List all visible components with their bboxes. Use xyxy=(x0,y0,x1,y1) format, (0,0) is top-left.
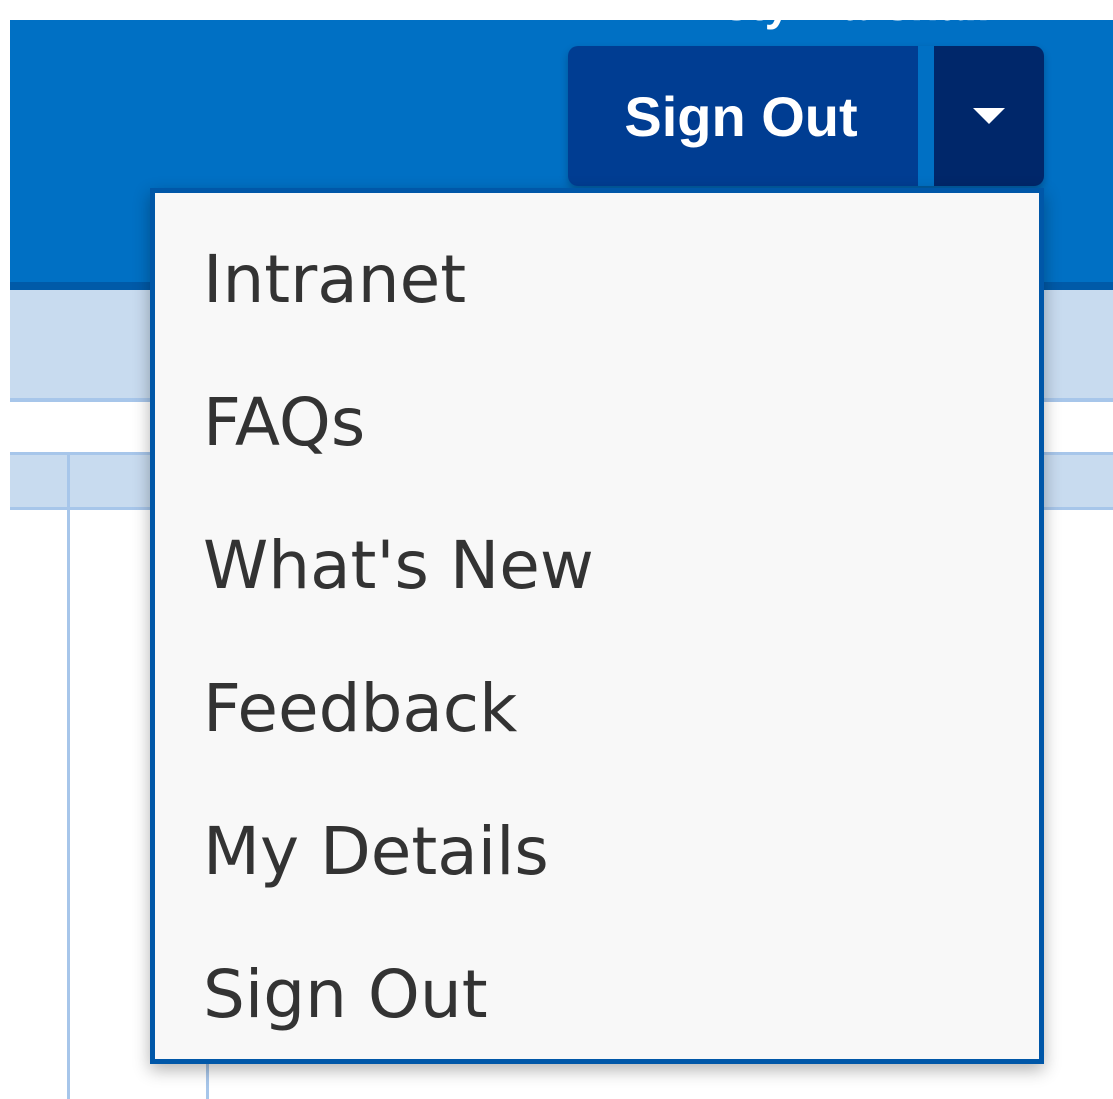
account-menu-toggle[interactable] xyxy=(934,46,1044,186)
menu-item-whats-new[interactable]: What's New xyxy=(155,494,1039,637)
menu-item-faqs[interactable]: FAQs xyxy=(155,351,1039,494)
sign-out-split-button: Sign Out xyxy=(568,46,1044,186)
menu-item-intranet[interactable]: Intranet xyxy=(155,208,1039,351)
user-name: Kirsty Marshall xyxy=(660,0,990,30)
menu-item-feedback[interactable]: Feedback xyxy=(155,637,1039,780)
menu-item-sign-out[interactable]: Sign Out xyxy=(155,923,1039,1066)
account-menu-list: Intranet FAQs What's New Feedback My Det… xyxy=(155,208,1039,1066)
sign-out-button[interactable]: Sign Out xyxy=(568,46,926,186)
left-margin xyxy=(0,0,10,1099)
account-dropdown-menu: Intranet FAQs What's New Feedback My Det… xyxy=(150,188,1044,1064)
caret-down-icon xyxy=(973,108,1005,124)
menu-item-my-details[interactable]: My Details xyxy=(155,780,1039,923)
content-column-divider xyxy=(67,452,70,1099)
